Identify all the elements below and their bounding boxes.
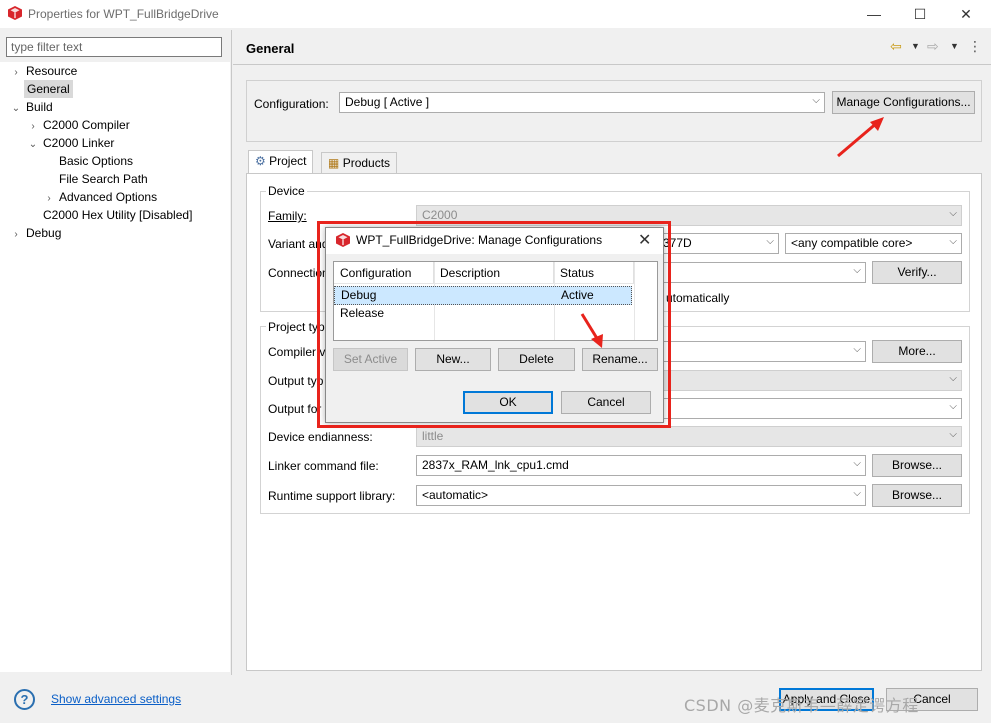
products-tab-icon: ▦ <box>328 156 340 170</box>
row-configuration: Debug <box>341 288 377 302</box>
endianness-label: Device endianness: <box>268 430 373 444</box>
row-description <box>435 287 441 306</box>
tree-item-resource[interactable]: › Resource <box>10 62 77 80</box>
ccs-app-icon <box>336 233 350 247</box>
tree-item-hex-utility[interactable]: C2000 Hex Utility [Disabled] <box>43 206 192 224</box>
annotation-arrow-manage <box>837 117 884 158</box>
chevron-right-icon[interactable]: › <box>10 64 22 82</box>
verify-button[interactable]: Verify... <box>872 261 962 284</box>
window-title: Properties for WPT_FullBridgeDrive <box>28 7 219 21</box>
more-button[interactable]: More... <box>872 340 962 363</box>
property-tree: › Resource General ⌄ Build › C2000 Compiler… <box>0 62 230 672</box>
column-divider <box>634 262 635 340</box>
auto-identify-text: utomatically <box>666 291 730 305</box>
column-header-status[interactable]: Status <box>554 262 634 284</box>
family-label: Family: <box>268 209 307 223</box>
runtime-library-select[interactable]: <automatic> ⌵ <box>416 485 866 506</box>
tab-project[interactable]: ⚙ Project <box>248 150 314 174</box>
row-status: Active <box>561 288 594 302</box>
minimize-icon[interactable]: — <box>851 0 897 28</box>
chevron-down-icon[interactable]: ⌄ <box>27 136 39 154</box>
new-configuration-button[interactable]: New... <box>415 348 491 371</box>
browse-linker-button[interactable]: Browse... <box>872 454 962 477</box>
chevron-down-icon: ⌵ <box>853 488 861 499</box>
tree-item-c2000-linker[interactable]: ⌄ C2000 Linker <box>27 134 115 154</box>
endianness-select: little ⌵ <box>416 426 962 447</box>
rename-configuration-button[interactable]: Rename... <box>582 348 658 371</box>
annotation-arrow-rename <box>580 313 603 348</box>
chevron-down-icon: ⌵ <box>949 429 957 440</box>
view-menu-icon[interactable]: ⋮ <box>968 38 982 55</box>
family-select: C2000 ⌵ <box>416 205 962 226</box>
forward-arrow-icon[interactable]: ⇨ <box>927 38 939 55</box>
linker-command-select[interactable]: 2837x_RAM_lnk_cpu1.cmd ⌵ <box>416 455 866 476</box>
chevron-down-icon[interactable]: ⌄ <box>10 100 22 118</box>
close-icon[interactable]: ✕ <box>638 230 651 250</box>
output-type-label: Output typ <box>268 374 324 388</box>
page-title: General <box>246 41 295 56</box>
tree-item-debug[interactable]: › Debug <box>10 224 61 242</box>
connection-label: Connection <box>268 266 329 280</box>
row-description <box>434 305 440 324</box>
chevron-down-icon: ⌵ <box>853 344 861 355</box>
close-icon[interactable]: ✕ <box>943 0 989 28</box>
chevron-down-icon: ⌵ <box>949 373 957 384</box>
dialog-cancel-button[interactable]: Cancel <box>561 391 651 414</box>
column-header-configuration[interactable]: Configuration <box>334 262 434 284</box>
table-row[interactable]: Debug Active <box>334 286 632 305</box>
filter-input[interactable]: type filter text <box>6 37 222 57</box>
show-advanced-settings-link[interactable]: Show advanced settings <box>51 692 181 706</box>
help-icon[interactable]: ? <box>14 689 35 710</box>
tree-item-advanced-options[interactable]: › Advanced Options <box>43 188 157 206</box>
chevron-down-icon: ⌵ <box>949 208 957 219</box>
manage-configurations-dialog: WPT_FullBridgeDrive: Manage Configuratio… <box>325 227 664 423</box>
delete-configuration-button[interactable]: Delete <box>498 348 575 371</box>
filter-placeholder: type filter text <box>11 40 83 54</box>
project-type-label: Project typ <box>266 320 327 334</box>
ccs-app-icon <box>8 6 22 20</box>
chevron-down-icon: ⌵ <box>766 236 774 247</box>
tree-item-general[interactable]: General <box>24 80 73 98</box>
output-format-label: Output for <box>268 402 322 416</box>
back-menu-icon[interactable]: ▼ <box>911 41 920 51</box>
browse-runtime-button[interactable]: Browse... <box>872 484 962 507</box>
configuration-select[interactable]: Debug [ Active ] ⌵ <box>339 92 825 113</box>
column-header-description[interactable]: Description <box>434 262 554 284</box>
manage-configurations-button[interactable]: Manage Configurations... <box>832 91 975 114</box>
ok-button[interactable]: OK <box>463 391 553 414</box>
tree-item-c2000-compiler[interactable]: › C2000 Compiler <box>27 116 129 134</box>
maximize-icon[interactable]: ☐ <box>897 0 943 28</box>
back-arrow-icon[interactable]: ⇦ <box>890 38 902 55</box>
device-group-label: Device <box>266 184 307 198</box>
chevron-down-icon: ⌵ <box>853 458 861 469</box>
chevron-down-icon: ⌵ <box>812 95 820 106</box>
core-select[interactable]: <any compatible core> ⌵ <box>785 233 962 254</box>
title-bar: Properties for WPT_FullBridgeDrive — ☐ ✕ <box>0 0 991 28</box>
set-active-button: Set Active <box>333 348 408 371</box>
dialog-title: WPT_FullBridgeDrive: Manage Configuratio… <box>356 233 603 247</box>
linker-command-label: Linker command file: <box>268 459 379 473</box>
tree-item-basic-options[interactable]: Basic Options <box>59 152 133 170</box>
dialog-title-bar: WPT_FullBridgeDrive: Manage Configuratio… <box>326 228 663 254</box>
project-tab-icon: ⚙ <box>255 154 266 168</box>
chevron-down-icon: ⌵ <box>949 401 957 412</box>
tab-products[interactable]: ▦ Products <box>321 152 398 174</box>
row-status <box>554 305 560 324</box>
configuration-label: Configuration: <box>254 97 329 111</box>
chevron-down-icon: ⌵ <box>949 236 957 247</box>
chevron-right-icon[interactable]: › <box>10 226 22 244</box>
configurations-table: Configuration Description Status Debug A… <box>333 261 658 341</box>
header-divider <box>233 64 991 65</box>
csdn-watermark: CSDN @麦克斯韦—薛定谔方程 <box>684 696 919 715</box>
forward-menu-icon[interactable]: ▼ <box>950 41 959 51</box>
compiler-version-label: Compiler v <box>268 345 326 359</box>
tree-item-build[interactable]: ⌄ Build <box>10 98 53 116</box>
row-configuration: Release <box>340 306 385 320</box>
tree-item-file-search-path[interactable]: File Search Path <box>59 170 148 188</box>
pane-divider[interactable] <box>231 30 232 675</box>
chevron-down-icon: ⌵ <box>853 265 861 276</box>
variant-label: Variant and <box>268 237 329 251</box>
runtime-library-label: Runtime support library: <box>268 489 396 503</box>
